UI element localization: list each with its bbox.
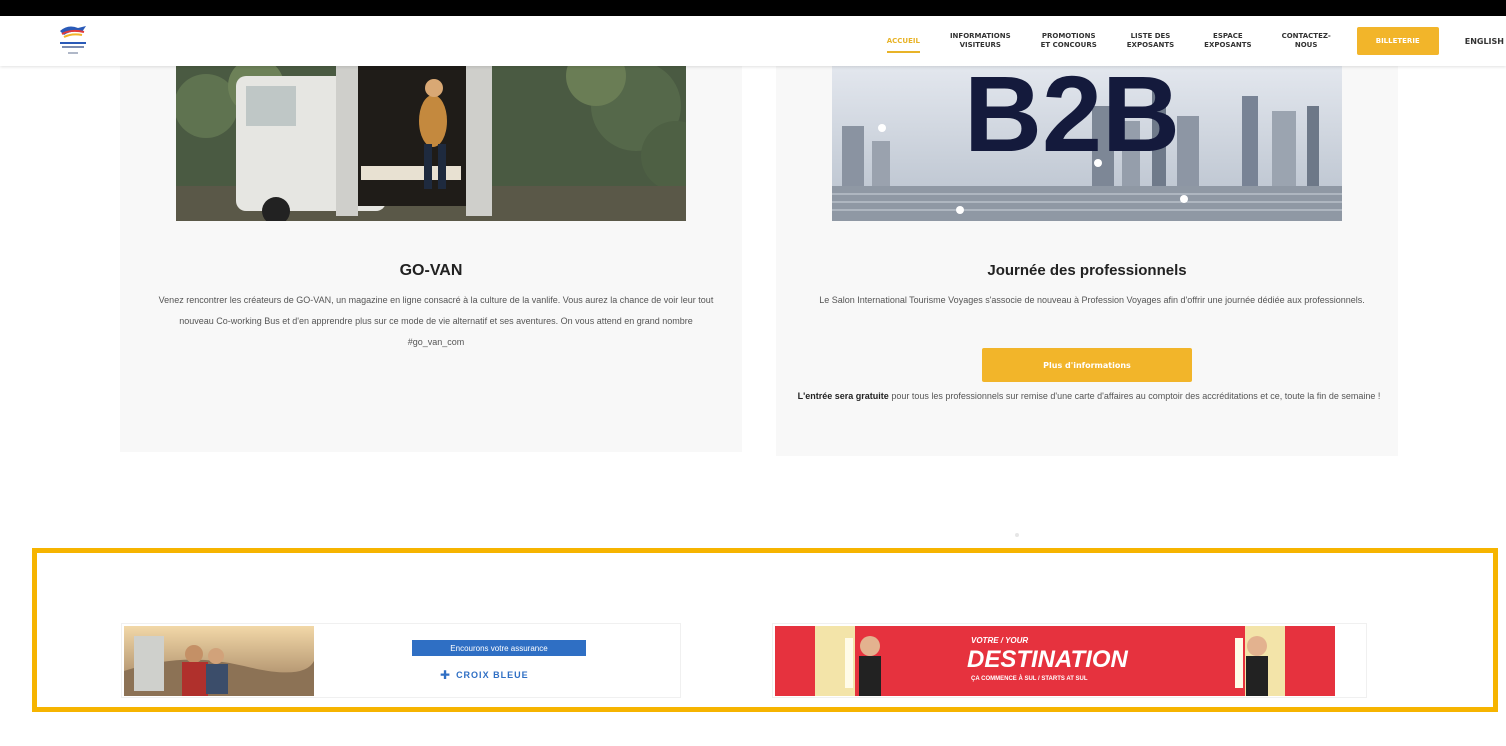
nav-item-accueil[interactable]: ACCUEIL — [886, 37, 921, 53]
language-switch[interactable]: ENGLISH — [1465, 37, 1504, 46]
free-entry-text: pour tous les professionnels sur remise … — [888, 391, 1381, 401]
card-title: GO-VAN — [399, 262, 463, 279]
go-van-card: GO-VAN Venez rencontrer les créateurs de… — [120, 16, 742, 452]
b2b-text: B2B — [964, 66, 1180, 174]
destination-banner-wrap[interactable]: VOTRE / YOUR DESTINATION ÇA COMMENCE À S… — [772, 623, 1367, 698]
free-entry-note: L'entrée sera gratuite pour tous les pro… — [786, 386, 1392, 407]
salon-logo[interactable] — [56, 22, 90, 60]
headline-sub: ÇA COMMENCE À SUL / STARTS AT SUL — [971, 676, 1088, 682]
nav-item-liste-exposants[interactable]: LISTE DES EXPOSANTS — [1127, 32, 1174, 50]
croix-bleue-banner[interactable]: Encourons votre assurance ✚ CROIX BLEUE — [121, 623, 681, 698]
more-info-button[interactable]: Plus d'informations — [982, 348, 1192, 382]
sponsor-strip: Encourons votre assurance ✚ CROIX BLEUE … — [32, 548, 1498, 712]
site-header: ACCUEIL INFORMATIONS VISITEURS PROMOTION… — [0, 16, 1506, 66]
professionals-day-card: B2B Journée des professionnels Le Salon … — [776, 16, 1398, 456]
croix-bleue-logo: ✚ CROIX BLEUE — [440, 668, 529, 682]
destination-banner: VOTRE / YOUR DESTINATION ÇA COMMENCE À S… — [775, 626, 1335, 696]
card-description: Le Salon International Tourisme Voyages … — [819, 295, 1365, 305]
card-description: Venez rencontrer les créateurs de GO-VAN… — [158, 295, 714, 347]
insurance-badge: Encourons votre assurance — [412, 640, 586, 656]
nav-item-espace-exposants[interactable]: ESPACE EXPOSANTS — [1204, 32, 1251, 50]
nav-item-informations-visiteurs[interactable]: INFORMATIONS VISITEURS — [950, 32, 1011, 50]
carousel-dot[interactable] — [1015, 533, 1019, 537]
cross-icon: ✚ — [440, 668, 451, 682]
travel-couple-photo — [124, 626, 314, 696]
b2b-photo: B2B — [832, 66, 1342, 221]
headline: DESTINATION — [967, 646, 1128, 673]
free-entry-bold: L'entrée sera gratuite — [797, 391, 889, 401]
card-title: Journée des professionnels — [987, 262, 1187, 279]
nav-item-promotions[interactable]: PROMOTIONS ET CONCOURS — [1041, 32, 1097, 50]
nav-item-contact[interactable]: CONTACTEZ- NOUS — [1282, 32, 1331, 50]
billeterie-button[interactable]: BILLETERIE — [1356, 27, 1439, 55]
main-nav: ACCUEIL INFORMATIONS VISITEURS PROMOTION… — [886, 16, 1506, 66]
headline-small: VOTRE / YOUR — [971, 636, 1029, 645]
van-photo — [176, 66, 686, 221]
brand-name: CROIX BLEUE — [456, 670, 529, 680]
